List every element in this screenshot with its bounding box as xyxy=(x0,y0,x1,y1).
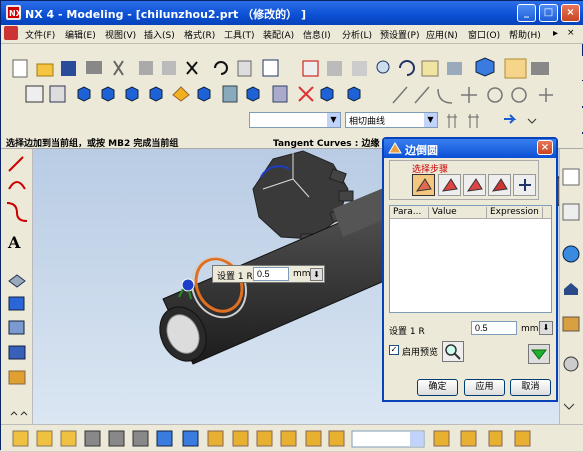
menu-analysis[interactable]: 分析(L) xyxy=(342,28,372,41)
expand-options-button[interactable] xyxy=(528,344,550,364)
apply-button[interactable]: 应用 xyxy=(464,379,505,396)
menu-edit[interactable]: 编辑(E) xyxy=(65,28,96,41)
popup-radius-input[interactable] xyxy=(253,267,289,281)
step-variable-radius-icon[interactable] xyxy=(438,174,461,196)
radius-input[interactable] xyxy=(471,321,517,335)
menu-view[interactable]: 视图(V) xyxy=(105,28,136,41)
radius-label: 设置 1 R xyxy=(389,327,425,337)
window-title: NX 4 - Modeling - [chilunzhou2.prt （修改的）… xyxy=(25,8,306,21)
dialog-title: 边倒圆 xyxy=(405,144,438,157)
doc-menu-icon[interactable] xyxy=(4,26,18,40)
column-header-value[interactable]: Value xyxy=(432,207,457,217)
standard-toolbar xyxy=(1,56,583,80)
magnifier-icon xyxy=(445,344,461,360)
preview-checkbox[interactable]: ✓ xyxy=(389,345,399,355)
prompt-text: 选择边加到当前组，或按 MB2 完成当前组 xyxy=(6,139,179,149)
edge-blend-icon xyxy=(388,142,402,154)
step-edge-icon[interactable] xyxy=(412,174,435,196)
step-stop-short-icon[interactable] xyxy=(488,174,511,196)
maximize-button[interactable]: □ xyxy=(539,4,558,22)
bottom-toolbar xyxy=(1,424,583,451)
ok-button[interactable]: 确定 xyxy=(417,379,458,396)
green-arrow-down-icon xyxy=(530,349,548,360)
download-arrow-icon[interactable]: ⬇ xyxy=(310,268,323,281)
selection-toolbar: ▼ 相切曲线 ▼ xyxy=(1,108,583,132)
dialog-title-bar[interactable]: 边倒圆 × xyxy=(384,139,556,158)
menu-close-icon[interactable]: × xyxy=(567,28,575,38)
dialog-close-button[interactable]: × xyxy=(537,140,553,155)
help-arrow-icon[interactable]: ▸ xyxy=(553,28,558,39)
column-divider xyxy=(542,207,543,218)
menu-information[interactable]: 信息(I) xyxy=(303,28,331,41)
menu-format[interactable]: 格式(R) xyxy=(184,28,215,41)
preview-label: 启用预览 xyxy=(402,348,439,358)
menu-file[interactable]: 文件(F) xyxy=(25,28,55,41)
close-button[interactable]: × xyxy=(561,4,580,22)
selection-steps-group: 选择步骤 xyxy=(389,160,539,200)
step-setback-icon[interactable] xyxy=(463,174,486,196)
menu-window[interactable]: 窗口(O) xyxy=(468,28,500,41)
menu-help[interactable]: 帮助(H) xyxy=(509,28,541,41)
radius-input-popup: 设置 1 R mm ⬇ xyxy=(212,265,325,283)
cancel-button[interactable]: 取消 xyxy=(510,379,551,396)
minimize-button[interactable]: _ xyxy=(517,4,536,22)
column-header-expression[interactable]: Expression xyxy=(490,207,539,217)
selection-info: Tangent Curves : 边缘 of xyxy=(273,139,393,149)
svg-text:A: A xyxy=(7,233,21,252)
menu-preferences[interactable]: 预设置(P) xyxy=(380,28,419,41)
table-header: Para... Value Expression xyxy=(390,206,551,219)
column-header-parameter[interactable]: Para... xyxy=(393,207,421,217)
column-divider xyxy=(428,207,429,218)
svg-text:NX: NX xyxy=(9,9,21,18)
parameter-table[interactable]: Para... Value Expression xyxy=(389,205,552,313)
nx-app-icon: NX xyxy=(6,5,23,20)
popup-radius-label: 设置 1 R xyxy=(217,272,253,282)
title-bar[interactable]: NX NX 4 - Modeling - [chilunzhou2.prt （修… xyxy=(1,1,583,25)
edge-blend-dialog: 边倒圆 × 选择步骤 Para... Value Expression 设置 1… xyxy=(382,137,558,402)
left-toolbar: A xyxy=(1,149,33,424)
menu-tools[interactable]: 工具(T) xyxy=(224,28,255,41)
column-divider xyxy=(486,207,487,218)
menu-bar: 文件(F) 编辑(E) 视图(V) 插入(S) 格式(R) 工具(T) 装配(A… xyxy=(1,25,583,44)
feature-toolbar xyxy=(1,81,583,106)
expression-menu-icon[interactable]: ⬇ xyxy=(539,321,553,335)
popup-unit: mm xyxy=(293,269,311,279)
nx-main-window: NX NX 4 - Modeling - [chilunzhou2.prt （修… xyxy=(0,0,583,451)
radius-unit: mm xyxy=(521,324,539,334)
menu-assemblies[interactable]: 装配(A) xyxy=(263,28,294,41)
menu-application[interactable]: 应用(N) xyxy=(426,28,458,41)
step-overflow-icon[interactable] xyxy=(513,174,536,196)
menu-insert[interactable]: 插入(S) xyxy=(144,28,175,41)
preview-magnifier-button[interactable] xyxy=(442,341,464,362)
resource-bar xyxy=(559,149,583,424)
